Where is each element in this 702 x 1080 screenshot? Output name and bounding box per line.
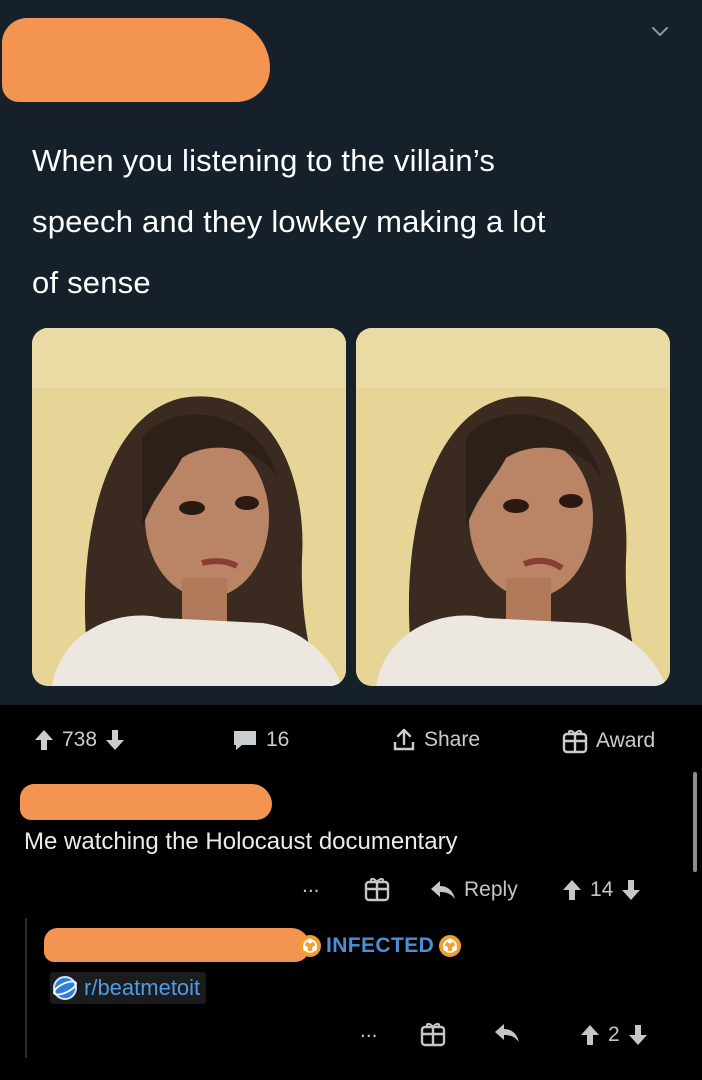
reply-icon (431, 881, 455, 899)
more-options-button[interactable]: ... (302, 874, 320, 898)
share-label: Share (424, 728, 481, 751)
more-options-dots: ... (360, 1019, 378, 1042)
subreddit-name: r/beatmetoit (84, 975, 201, 1000)
tweet-text-line-2: speech and they lowkey making a lot (32, 204, 546, 239)
flair-text: INFECTED (326, 934, 435, 957)
post-action-bar: 738 16 Share Award (0, 716, 702, 766)
tweet-text-line-3: of sense (32, 265, 151, 300)
comments-button[interactable]: 16 (232, 728, 289, 752)
user-flair-infected: INFECTED (298, 934, 462, 958)
comment-1-score: 14 (590, 878, 614, 901)
comment-2-vote-group: 2 (580, 1023, 648, 1047)
comment-2-actions: ... 2 (0, 1015, 702, 1055)
tweet-text: When you listening to the villain’s spee… (32, 130, 672, 313)
tweet-text-line-1: When you listening to the villain’s (32, 143, 496, 178)
downvote-icon[interactable] (628, 1024, 648, 1046)
biohazard-icon (299, 935, 321, 957)
upvote-icon[interactable] (34, 729, 54, 751)
downvote-icon[interactable] (621, 879, 641, 901)
comment-1-actions: ... Reply 14 (0, 870, 702, 910)
comment-1-text: Me watching the Holocaust documentary (24, 828, 458, 855)
comment-count: 16 (266, 728, 290, 751)
meme-image-left[interactable] (32, 328, 346, 686)
award-button[interactable]: Award (562, 728, 655, 754)
gift-icon (364, 878, 390, 902)
vote-group: 738 (34, 728, 125, 752)
upvote-icon[interactable] (562, 879, 582, 901)
subreddit-link[interactable]: r/beatmetoit (50, 972, 207, 1004)
biohazard-icon (439, 935, 462, 957)
gift-icon (562, 730, 588, 754)
planet-icon (53, 976, 77, 1000)
post-score: 738 (62, 728, 98, 751)
award-button-comment-1[interactable] (364, 876, 390, 902)
redacted-commenter-1 (20, 784, 272, 820)
comment-icon (234, 731, 256, 750)
reply-button-2[interactable] (494, 1023, 520, 1043)
share-button[interactable]: Share (392, 728, 480, 752)
downvote-icon[interactable] (105, 729, 125, 751)
gift-icon (420, 1023, 446, 1047)
scrollbar[interactable] (693, 772, 697, 872)
reply-icon (495, 1024, 519, 1042)
award-button-comment-2[interactable] (420, 1021, 446, 1047)
comment-1-vote-group: 14 (562, 878, 641, 902)
share-icon (393, 728, 415, 751)
comment-2-score: 2 (608, 1023, 620, 1046)
redacted-username (2, 18, 270, 102)
more-options-button-2[interactable]: ... (360, 1019, 378, 1043)
reply-label: Reply (464, 878, 518, 901)
meme-image-right[interactable] (356, 328, 670, 686)
tweet-screenshot: When you listening to the villain’s spee… (0, 0, 702, 705)
more-options-dots: ... (302, 874, 320, 897)
reply-button[interactable]: Reply (430, 878, 518, 902)
chevron-down-icon[interactable] (650, 22, 670, 42)
award-label: Award (596, 729, 656, 752)
upvote-icon[interactable] (580, 1024, 600, 1046)
redacted-commenter-2 (44, 928, 310, 962)
